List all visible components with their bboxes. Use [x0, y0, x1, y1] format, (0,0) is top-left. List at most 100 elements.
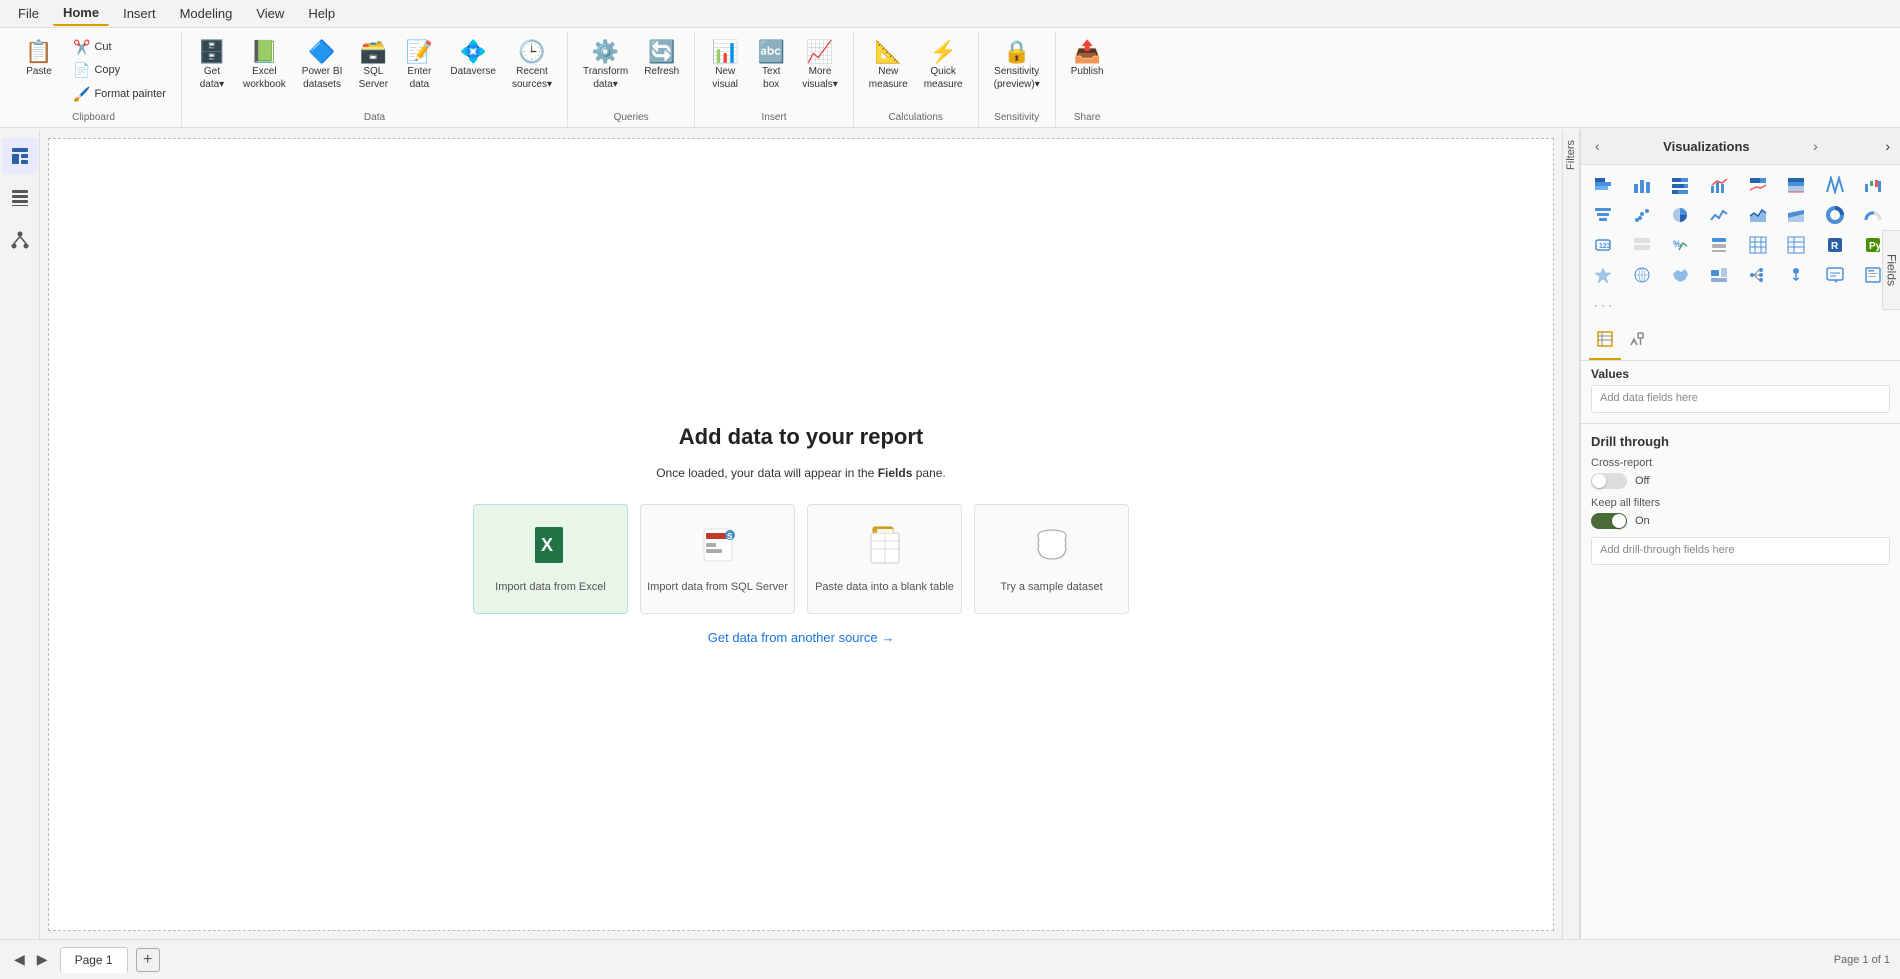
transform-data-button[interactable]: ⚙️ Transformdata▾: [576, 36, 635, 96]
viz-map[interactable]: [1626, 261, 1658, 289]
menu-insert[interactable]: Insert: [113, 2, 166, 25]
more-visuals-button[interactable]: 📈 Morevisuals▾: [795, 36, 845, 96]
filters-sidebar[interactable]: Filters: [1562, 130, 1580, 939]
dataverse-icon: 💠: [459, 41, 486, 63]
viz-scatter[interactable]: [1626, 201, 1658, 229]
viz-format-tab[interactable]: [1621, 325, 1653, 360]
text-box-icon: 🔤: [758, 41, 785, 63]
viz-smart-narrative[interactable]: [1819, 261, 1851, 289]
menu-view[interactable]: View: [246, 2, 294, 25]
viz-card[interactable]: 123: [1587, 231, 1619, 259]
paste-button[interactable]: 📋 Paste: [14, 36, 64, 83]
format-painter-button[interactable]: 🖌️ Format painter: [66, 83, 173, 105]
import-excel-card[interactable]: X Import data from Excel: [473, 504, 628, 614]
panel-collapse-icon[interactable]: ›: [1885, 138, 1890, 154]
paste-card-icon: [865, 525, 905, 573]
viz-waterfall[interactable]: [1857, 171, 1889, 199]
viz-table[interactable]: [1742, 231, 1774, 259]
import-sql-card[interactable]: S Import data from SQL Server: [640, 504, 795, 614]
drill-through-dropzone[interactable]: Add drill-through fields here: [1591, 537, 1890, 565]
keep-filters-toggle[interactable]: [1591, 513, 1627, 529]
viz-multi-row-card[interactable]: [1626, 231, 1658, 259]
viz-fields-tab[interactable]: [1589, 325, 1621, 360]
cross-report-knob: [1592, 474, 1606, 488]
filters-label[interactable]: Filters: [1565, 130, 1577, 180]
viz-shape-map[interactable]: [1703, 261, 1735, 289]
viz-ribbon[interactable]: [1819, 171, 1851, 199]
new-visual-button[interactable]: 📊 Newvisual: [703, 36, 747, 96]
power-bi-datasets-button[interactable]: 🔷 Power BIdatasets: [295, 36, 350, 96]
share-group-label: Share: [1074, 110, 1101, 127]
enter-data-button[interactable]: 📝 Enterdata: [397, 36, 441, 96]
data-group-label: Data: [364, 110, 385, 127]
insert-items: 📊 Newvisual 🔤 Textbox 📈 Morevisuals▾: [701, 32, 847, 110]
menu-modeling[interactable]: Modeling: [170, 2, 243, 25]
copy-button[interactable]: 📄 Copy: [66, 59, 173, 81]
viz-key-influencers[interactable]: [1780, 261, 1812, 289]
get-data-another-source-link[interactable]: Get data from another source →: [708, 630, 894, 645]
values-dropzone[interactable]: Add data fields here: [1591, 385, 1890, 413]
sample-dataset-card[interactable]: Try a sample dataset: [974, 504, 1129, 614]
refresh-button[interactable]: 🔄 Refresh: [637, 36, 686, 83]
viz-matrix[interactable]: [1780, 231, 1812, 259]
viz-stacked-area[interactable]: [1780, 201, 1812, 229]
viz-r-visual[interactable]: R: [1819, 231, 1851, 259]
viz-area[interactable]: [1742, 201, 1774, 229]
keep-filters-value: On: [1635, 515, 1650, 527]
viz-line-clustered[interactable]: [1703, 171, 1735, 199]
sensitivity-group-label: Sensitivity: [994, 110, 1039, 127]
next-page-button[interactable]: ▶: [33, 949, 52, 970]
viz-azure-map[interactable]: [1587, 261, 1619, 289]
viz-pie[interactable]: [1664, 201, 1696, 229]
sql-card-label: Import data from SQL Server: [647, 581, 788, 593]
page-1-tab[interactable]: Page 1: [60, 947, 128, 973]
viz-kpi[interactable]: %: [1664, 231, 1696, 259]
viz-stacked-bar[interactable]: [1587, 171, 1619, 199]
viz-line-100[interactable]: [1780, 171, 1812, 199]
menu-help[interactable]: Help: [298, 2, 345, 25]
viz-more-options[interactable]: · · ·: [1587, 291, 1619, 319]
data-items: 🗄️ Getdata▾ 📗 Excelworkbook 🔷 Power BIda…: [188, 32, 561, 110]
cross-report-toggle[interactable]: [1591, 473, 1627, 489]
menu-file[interactable]: File: [8, 2, 49, 25]
cut-button[interactable]: ✂️ Cut: [66, 36, 173, 58]
sample-card-icon: [1032, 525, 1072, 573]
viz-tabs: [1581, 325, 1900, 361]
menu-home[interactable]: Home: [53, 1, 109, 26]
viz-slicer[interactable]: [1703, 231, 1735, 259]
excel-workbook-button[interactable]: 📗 Excelworkbook: [236, 36, 293, 96]
paste-card-label: Paste data into a blank table: [815, 581, 954, 593]
new-measure-button[interactable]: 📐 Newmeasure: [862, 36, 915, 96]
viz-line[interactable]: [1703, 201, 1735, 229]
viz-clustered-bar[interactable]: [1626, 171, 1658, 199]
panel-right-arrow[interactable]: ›: [1809, 136, 1822, 156]
enter-data-label: Enterdata: [407, 65, 431, 91]
viz-filled-map[interactable]: [1664, 261, 1696, 289]
panel-left-arrow[interactable]: ‹: [1591, 136, 1604, 156]
sensitivity-button[interactable]: 🔒 Sensitivity(preview)▾: [987, 36, 1047, 96]
values-section: Values Add data fields here: [1581, 361, 1900, 419]
copy-icon: 📄: [73, 63, 90, 77]
data-view-icon[interactable]: [2, 180, 38, 216]
fields-panel-tab[interactable]: Fields: [1882, 230, 1900, 310]
model-view-icon[interactable]: [2, 222, 38, 258]
viz-funnel[interactable]: [1587, 201, 1619, 229]
add-page-button[interactable]: +: [136, 948, 160, 972]
get-data-button[interactable]: 🗄️ Getdata▾: [190, 36, 234, 96]
sql-server-button[interactable]: 🗃️ SQLServer: [351, 36, 395, 96]
text-box-button[interactable]: 🔤 Textbox: [749, 36, 793, 96]
viz-decomp-tree[interactable]: [1742, 261, 1774, 289]
report-view-icon[interactable]: [2, 138, 38, 174]
viz-donut[interactable]: [1819, 201, 1851, 229]
recent-sources-button[interactable]: 🕒 Recentsources▾: [505, 36, 559, 96]
viz-line-stacked[interactable]: [1742, 171, 1774, 199]
drill-through-title: Drill through: [1591, 434, 1890, 449]
viz-gauge[interactable]: [1857, 201, 1889, 229]
viz-100-bar[interactable]: [1664, 171, 1696, 199]
prev-page-button[interactable]: ◀: [10, 949, 29, 970]
paste-table-card[interactable]: Paste data into a blank table: [807, 504, 962, 614]
quick-measure-button[interactable]: ⚡ Quickmeasure: [917, 36, 970, 96]
dataverse-button[interactable]: 💠 Dataverse: [443, 36, 503, 83]
clipboard-column: 📋 Paste: [14, 36, 64, 83]
publish-button[interactable]: 📤 Publish: [1064, 36, 1111, 83]
